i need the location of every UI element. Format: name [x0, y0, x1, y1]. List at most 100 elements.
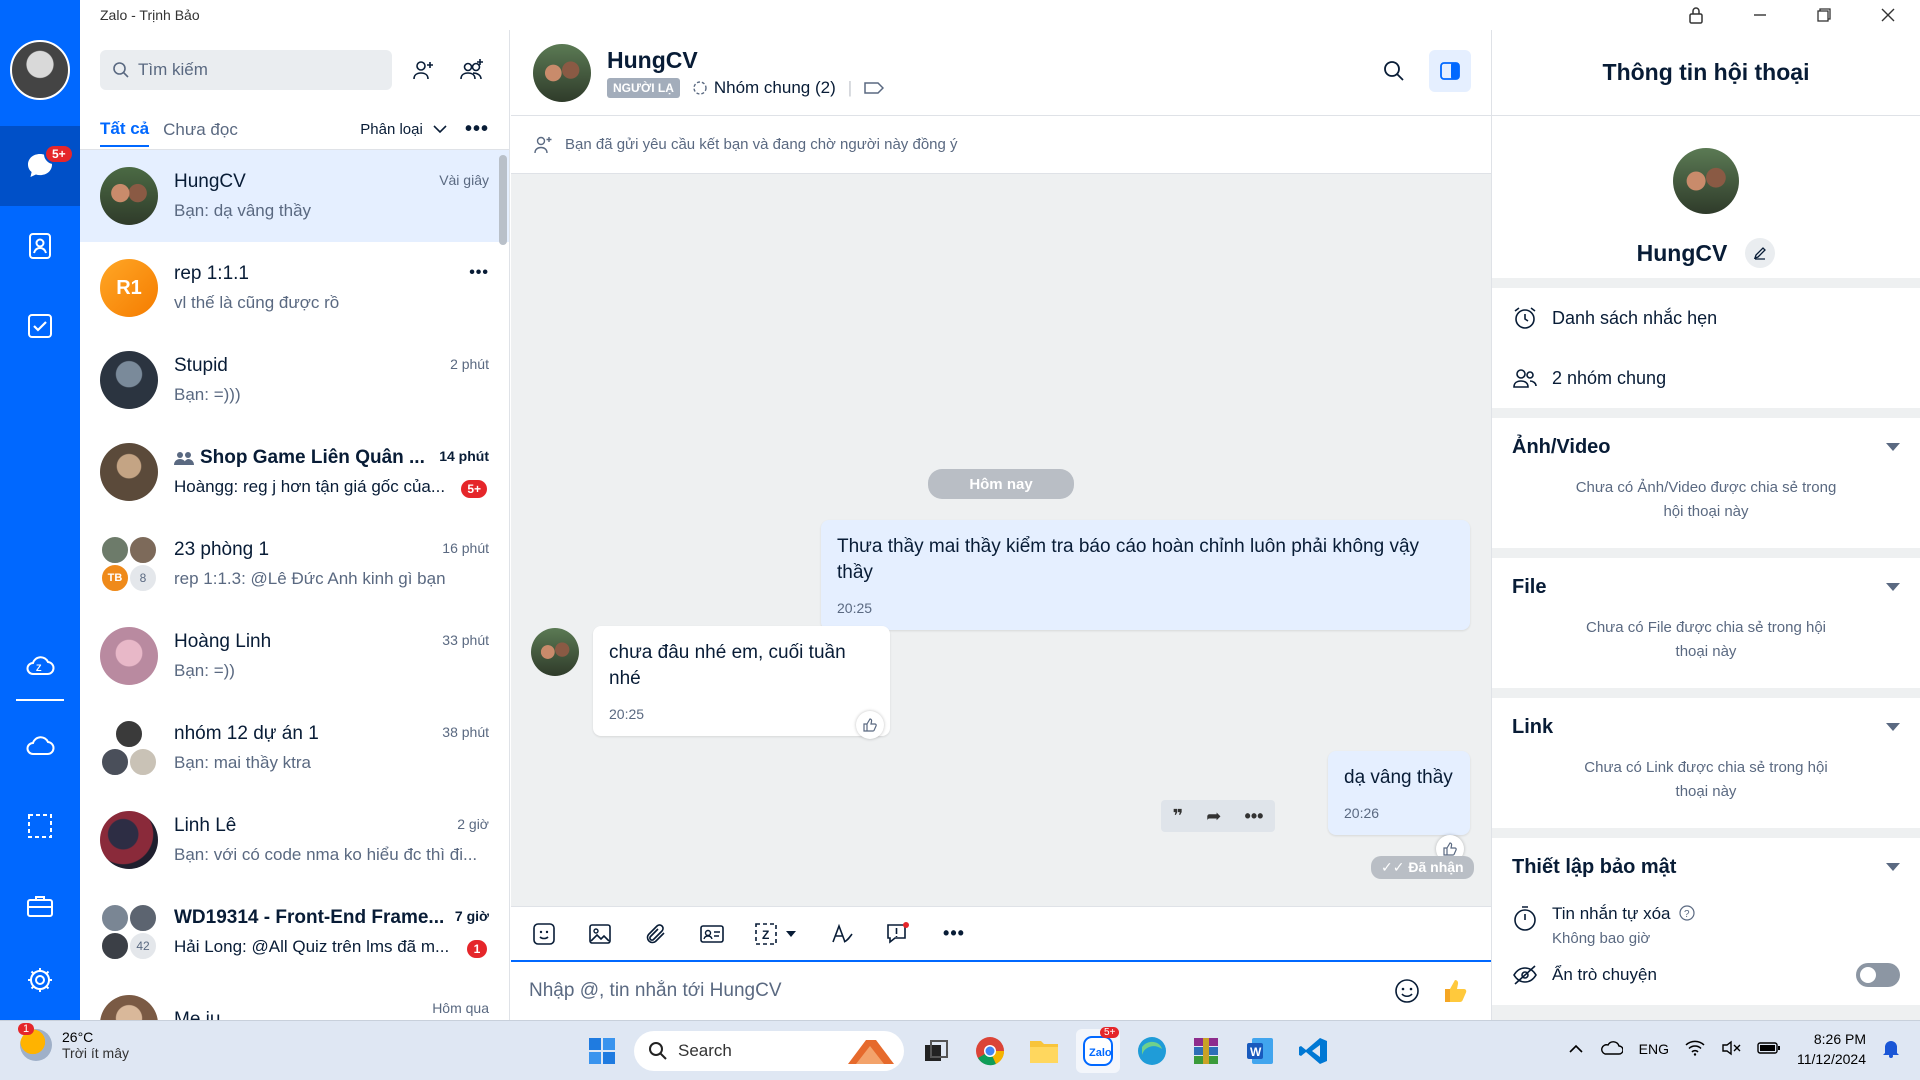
common-groups-label: Nhóm chung (2) [713, 78, 836, 97]
speaker-muted-icon[interactable] [1721, 1040, 1741, 1059]
conversation-preview: Bạn: dạ vâng thầy [174, 201, 312, 220]
conversation-item[interactable]: Shop Game Liên Quân ... Hoàngg: reg j hơ… [80, 426, 509, 518]
nav-toolbox[interactable] [0, 866, 80, 946]
chrome-app[interactable] [968, 1029, 1012, 1073]
svg-text:Zalo: Zalo [1089, 1047, 1112, 1059]
nav-cloud[interactable] [0, 706, 80, 786]
profile-avatar[interactable] [1673, 148, 1739, 214]
add-group-icon [459, 59, 483, 80]
conversation-preview: Bạn: mai thầy ktra [174, 753, 312, 772]
restore-button[interactable] [1792, 0, 1856, 30]
lock-icon[interactable] [1664, 0, 1728, 30]
links-section-header[interactable]: Link [1512, 698, 1900, 756]
close-button[interactable] [1856, 0, 1920, 30]
nav-contacts[interactable] [0, 206, 80, 286]
vscode-app[interactable] [1292, 1029, 1336, 1073]
help-icon[interactable]: ? [1679, 905, 1695, 921]
winrar-app[interactable] [1184, 1029, 1228, 1073]
more-options-icon[interactable]: ••• [469, 264, 489, 282]
conversation-item[interactable]: R1 rep 1:1.1 vl thế là cũng được rồ ••• [80, 242, 509, 334]
list-scrollbar[interactable] [499, 155, 507, 245]
like-reaction-button[interactable] [856, 711, 884, 739]
quote-icon[interactable]: ❞ [1173, 806, 1184, 827]
file-explorer-app[interactable] [1022, 1029, 1066, 1073]
sender-avatar[interactable] [531, 628, 579, 676]
battery-icon[interactable] [1757, 1041, 1781, 1058]
message-bubble[interactable]: Thưa thầy mai thầy kiểm tra báo cáo hoàn… [821, 520, 1470, 630]
weather-widget[interactable]: 1 26°C Trời ít mây [18, 1023, 129, 1061]
conversation-name: Linh Lê [174, 815, 237, 836]
toggle-info-panel-button[interactable] [1429, 50, 1471, 92]
chat-avatar[interactable] [533, 43, 591, 102]
more-options-icon[interactable]: ••• [1245, 806, 1264, 827]
message-bubble[interactable]: dạ vâng thầy 20:26 [1328, 751, 1470, 835]
emoji-button[interactable] [1389, 973, 1425, 1009]
tab-unread[interactable]: Chưa đọc [163, 114, 238, 146]
folder-icon [1030, 1041, 1058, 1063]
sticker-button[interactable] [529, 919, 559, 949]
reminders-row[interactable]: Danh sách nhắc hẹn [1492, 288, 1920, 348]
more-tools-button[interactable]: ••• [939, 919, 969, 949]
onedrive-icon[interactable] [1599, 1040, 1624, 1059]
language-indicator[interactable]: ENG [1639, 1041, 1669, 1057]
caret-down-icon [1886, 583, 1900, 591]
nav-settings[interactable] [0, 940, 80, 1020]
nav-messages[interactable]: 5+ [0, 126, 80, 206]
search-input[interactable]: Tìm kiếm [100, 50, 392, 90]
message-input[interactable] [529, 980, 1377, 1002]
conversation-item[interactable]: Stupid Bạn: =))) 2 phút [80, 334, 509, 426]
quick-message-button[interactable] [883, 919, 913, 949]
start-button[interactable] [580, 1029, 624, 1073]
nav-screenshot[interactable] [0, 786, 80, 866]
conversation-item[interactable]: HungCV Bạn: dạ vâng thầy Vài giây [80, 150, 509, 242]
stranger-tag: NGƯỜI LẠ [607, 78, 680, 98]
search-chat-button[interactable] [1373, 50, 1415, 92]
media-section-header[interactable]: Ảnh/Video [1512, 418, 1900, 476]
tab-all[interactable]: Tất cả [100, 113, 150, 147]
minimize-button[interactable] [1728, 0, 1792, 30]
conversation-time: Vài giây [439, 172, 489, 188]
conversation-item[interactable]: Linh Lê Bạn: với có code nma ko hiểu đc … [80, 794, 509, 886]
message-bubble[interactable]: chưa đâu nhé em, cuối tuần nhé 20:25 [593, 626, 890, 736]
system-clock[interactable]: 8:26 PM 11/12/2024 [1797, 1029, 1866, 1069]
classify-dropdown[interactable]: Phân loại [360, 121, 447, 138]
group-icon [174, 452, 194, 465]
edge-app[interactable] [1130, 1029, 1174, 1073]
common-groups-row[interactable]: 2 nhóm chung [1492, 348, 1920, 408]
conversation-item[interactable]: Me iu Hôm qua [80, 978, 509, 1020]
tag-icon[interactable] [864, 81, 885, 95]
files-section-header[interactable]: File [1512, 558, 1900, 616]
conversation-item[interactable]: nhóm 12 dự án 1 Bạn: mai thầy ktra 38 ph… [80, 702, 509, 794]
conversation-item[interactable]: Hoàng Linh Bạn: =)) 33 phút [80, 610, 509, 702]
conversation-item[interactable]: 42 WD19314 - Front-End Frame... Hải Long… [80, 886, 509, 978]
self-destruct-row[interactable]: Tin nhắn tự xóa ? Không bao giờ [1512, 896, 1900, 955]
security-section-header[interactable]: Thiết lập bảo mật [1512, 838, 1900, 896]
hide-chat-toggle[interactable] [1856, 963, 1900, 987]
taskbar-search[interactable]: Search [634, 1031, 904, 1071]
forward-icon[interactable]: ➦ [1206, 806, 1221, 827]
add-friend-button[interactable] [406, 51, 441, 89]
attach-file-button[interactable] [641, 919, 671, 949]
conversation-info-panel: Thông tin hội thoại HungCV Danh sách nhắ… [1491, 30, 1920, 1020]
common-groups-link[interactable]: Nhóm chung (2) [692, 78, 836, 98]
zalo-app[interactable]: Zalo 5+ [1076, 1027, 1120, 1073]
task-view-button[interactable] [914, 1029, 958, 1073]
wifi-icon[interactable] [1685, 1040, 1705, 1059]
contact-card-button[interactable] [697, 919, 727, 949]
nav-zcloud[interactable]: Z [0, 626, 80, 706]
image-button[interactable] [585, 919, 615, 949]
quick-like-button[interactable] [1437, 973, 1473, 1009]
edit-name-button[interactable] [1745, 238, 1776, 268]
word-app[interactable]: W [1238, 1029, 1282, 1073]
chevron-up-icon[interactable] [1569, 1041, 1583, 1057]
text-format-button[interactable] [827, 919, 857, 949]
gear-icon [28, 968, 52, 992]
more-options-icon[interactable]: ••• [465, 118, 489, 141]
create-group-button[interactable] [454, 51, 489, 89]
conversation-item[interactable]: TB 8 23 phòng 1 rep 1:1.3: @Lê Đức Anh k… [80, 518, 509, 610]
nav-todo[interactable] [0, 286, 80, 366]
user-avatar[interactable] [10, 40, 70, 100]
notification-bell-icon[interactable] [1882, 1038, 1900, 1061]
screenshot-button[interactable]: Z [753, 919, 801, 949]
member-count: 42 [136, 939, 150, 953]
